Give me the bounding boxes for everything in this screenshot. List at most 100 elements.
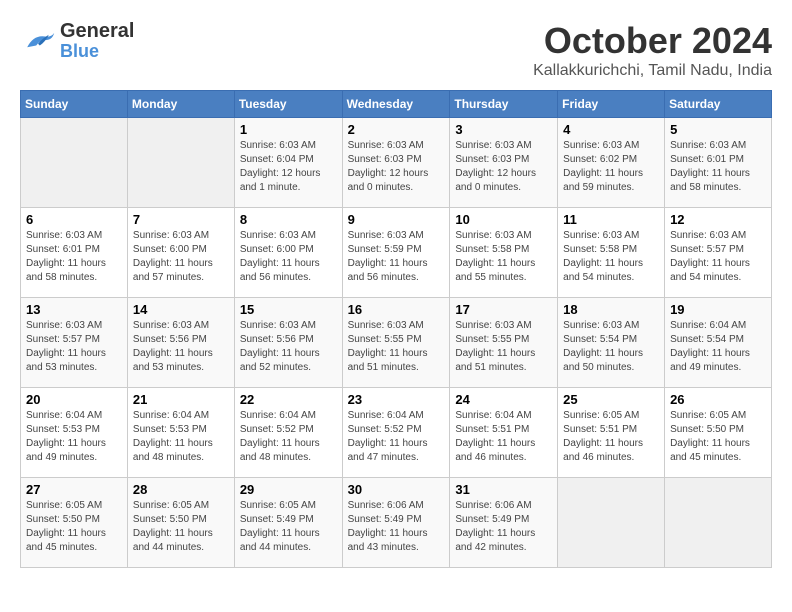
location: Kallakkurichchi, Tamil Nadu, India	[533, 62, 772, 80]
col-friday: Friday	[558, 91, 665, 118]
calendar-cell: 5 Sunrise: 6:03 AM Sunset: 6:01 PM Daylig…	[665, 118, 772, 208]
day-info: Sunrise: 6:03 AM Sunset: 5:54 PM Dayligh…	[563, 319, 659, 375]
day-info: Sunrise: 6:04 AM Sunset: 5:51 PM Dayligh…	[455, 409, 552, 465]
logo-general: General	[60, 20, 134, 42]
day-info: Sunrise: 6:03 AM Sunset: 5:55 PM Dayligh…	[455, 319, 552, 375]
calendar-week-4: 20 Sunrise: 6:04 AM Sunset: 5:53 PM Dayli…	[21, 388, 772, 478]
day-number: 3	[455, 122, 552, 137]
calendar-cell	[558, 478, 665, 568]
col-saturday: Saturday	[665, 91, 772, 118]
page-header: General Blue October 2024 Kallakkurichch…	[20, 20, 772, 80]
day-number: 16	[348, 302, 445, 317]
day-info: Sunrise: 6:03 AM Sunset: 5:56 PM Dayligh…	[240, 319, 337, 375]
day-info: Sunrise: 6:03 AM Sunset: 6:02 PM Dayligh…	[563, 139, 659, 195]
calendar-cell: 15Sunrise: 6:03 AM Sunset: 5:56 PM Dayli…	[234, 298, 342, 388]
day-number: 4	[563, 122, 659, 137]
day-info: Sunrise: 6:03 AM Sunset: 6:03 PM Dayligh…	[455, 139, 552, 195]
day-number: 31	[455, 482, 552, 497]
calendar-cell: 22 Sunrise: 6:04 AM Sunset: 5:52 PM Dayli…	[234, 388, 342, 478]
calendar-week-2: 6Sunrise: 6:03 AM Sunset: 6:01 PM Daylig…	[21, 208, 772, 298]
calendar-cell: 11 Sunrise: 6:03 AM Sunset: 5:58 PM Dayli…	[558, 208, 665, 298]
day-number: 23	[348, 392, 445, 407]
col-wednesday: Wednesday	[342, 91, 450, 118]
calendar-header-row: Sunday Monday Tuesday Wednesday Thursday…	[21, 91, 772, 118]
day-number: 5	[670, 122, 766, 137]
month-title: October 2024	[533, 20, 772, 62]
calendar-cell: 9Sunrise: 6:03 AM Sunset: 5:59 PM Daylig…	[342, 208, 450, 298]
day-info: Sunrise: 6:03 AM Sunset: 5:55 PM Dayligh…	[348, 319, 445, 375]
day-number: 8	[240, 212, 337, 227]
calendar-cell	[665, 478, 772, 568]
day-number: 28	[133, 482, 229, 497]
day-number: 19	[670, 302, 766, 317]
day-info: Sunrise: 6:03 AM Sunset: 6:01 PM Dayligh…	[670, 139, 766, 195]
day-info: Sunrise: 6:03 AM Sunset: 6:01 PM Dayligh…	[26, 229, 122, 285]
day-number: 22	[240, 392, 337, 407]
calendar-cell: 13 Sunrise: 6:03 AM Sunset: 5:57 PM Dayli…	[21, 298, 128, 388]
day-number: 10	[455, 212, 552, 227]
day-number: 1	[240, 122, 337, 137]
day-info: Sunrise: 6:03 AM Sunset: 6:03 PM Dayligh…	[348, 139, 445, 195]
calendar-cell: 30Sunrise: 6:06 AM Sunset: 5:49 PM Dayli…	[342, 478, 450, 568]
day-info: Sunrise: 6:05 AM Sunset: 5:50 PM Dayligh…	[670, 409, 766, 465]
day-number: 17	[455, 302, 552, 317]
day-info: Sunrise: 6:04 AM Sunset: 5:53 PM Dayligh…	[26, 409, 122, 465]
calendar-cell: 31 Sunrise: 6:06 AM Sunset: 5:49 PM Dayli…	[450, 478, 558, 568]
logo-icon	[20, 27, 56, 55]
day-info: Sunrise: 6:03 AM Sunset: 5:57 PM Dayligh…	[26, 319, 122, 375]
day-info: Sunrise: 6:03 AM Sunset: 5:57 PM Dayligh…	[670, 229, 766, 285]
calendar-table: Sunday Monday Tuesday Wednesday Thursday…	[20, 90, 772, 568]
day-number: 13	[26, 302, 122, 317]
col-monday: Monday	[127, 91, 234, 118]
calendar-cell: 28 Sunrise: 6:05 AM Sunset: 5:50 PM Dayli…	[127, 478, 234, 568]
calendar-cell: 4 Sunrise: 6:03 AM Sunset: 6:02 PM Daylig…	[558, 118, 665, 208]
day-info: Sunrise: 6:05 AM Sunset: 5:51 PM Dayligh…	[563, 409, 659, 465]
calendar-cell: 2 Sunrise: 6:03 AM Sunset: 6:03 PM Daylig…	[342, 118, 450, 208]
logo-blue: Blue	[60, 42, 134, 62]
calendar-cell: 10Sunrise: 6:03 AM Sunset: 5:58 PM Dayli…	[450, 208, 558, 298]
calendar-cell: 14Sunrise: 6:03 AM Sunset: 5:56 PM Dayli…	[127, 298, 234, 388]
calendar-cell: 26 Sunrise: 6:05 AM Sunset: 5:50 PM Dayli…	[665, 388, 772, 478]
calendar-cell: 17 Sunrise: 6:03 AM Sunset: 5:55 PM Dayli…	[450, 298, 558, 388]
day-number: 30	[348, 482, 445, 497]
day-number: 26	[670, 392, 766, 407]
day-info: Sunrise: 6:05 AM Sunset: 5:50 PM Dayligh…	[26, 499, 122, 555]
calendar-cell: 3 Sunrise: 6:03 AM Sunset: 6:03 PM Daylig…	[450, 118, 558, 208]
logo-text-group: General Blue	[60, 20, 134, 62]
day-number: 11	[563, 212, 659, 227]
calendar-cell: 8 Sunrise: 6:03 AM Sunset: 6:00 PM Daylig…	[234, 208, 342, 298]
day-info: Sunrise: 6:03 AM Sunset: 6:04 PM Dayligh…	[240, 139, 337, 195]
day-number: 27	[26, 482, 122, 497]
calendar-cell: 7Sunrise: 6:03 AM Sunset: 6:00 PM Daylig…	[127, 208, 234, 298]
calendar-cell: 12Sunrise: 6:03 AM Sunset: 5:57 PM Dayli…	[665, 208, 772, 298]
logo: General Blue	[20, 20, 134, 62]
calendar-cell: 24 Sunrise: 6:04 AM Sunset: 5:51 PM Dayli…	[450, 388, 558, 478]
day-number: 2	[348, 122, 445, 137]
calendar-cell: 18Sunrise: 6:03 AM Sunset: 5:54 PM Dayli…	[558, 298, 665, 388]
day-number: 25	[563, 392, 659, 407]
day-info: Sunrise: 6:03 AM Sunset: 6:00 PM Dayligh…	[240, 229, 337, 285]
day-info: Sunrise: 6:04 AM Sunset: 5:53 PM Dayligh…	[133, 409, 229, 465]
day-number: 24	[455, 392, 552, 407]
day-number: 7	[133, 212, 229, 227]
calendar-cell: 25 Sunrise: 6:05 AM Sunset: 5:51 PM Dayli…	[558, 388, 665, 478]
day-number: 9	[348, 212, 445, 227]
day-info: Sunrise: 6:04 AM Sunset: 5:54 PM Dayligh…	[670, 319, 766, 375]
calendar-cell	[21, 118, 128, 208]
day-info: Sunrise: 6:04 AM Sunset: 5:52 PM Dayligh…	[240, 409, 337, 465]
day-info: Sunrise: 6:05 AM Sunset: 5:50 PM Dayligh…	[133, 499, 229, 555]
day-info: Sunrise: 6:03 AM Sunset: 5:56 PM Dayligh…	[133, 319, 229, 375]
day-number: 20	[26, 392, 122, 407]
calendar-week-3: 13 Sunrise: 6:03 AM Sunset: 5:57 PM Dayli…	[21, 298, 772, 388]
col-tuesday: Tuesday	[234, 91, 342, 118]
calendar-cell: 20 Sunrise: 6:04 AM Sunset: 5:53 PM Dayli…	[21, 388, 128, 478]
calendar-cell: 21Sunrise: 6:04 AM Sunset: 5:53 PM Dayli…	[127, 388, 234, 478]
calendar-cell: 6Sunrise: 6:03 AM Sunset: 6:01 PM Daylig…	[21, 208, 128, 298]
calendar-cell: 29Sunrise: 6:05 AM Sunset: 5:49 PM Dayli…	[234, 478, 342, 568]
day-info: Sunrise: 6:03 AM Sunset: 5:58 PM Dayligh…	[563, 229, 659, 285]
day-info: Sunrise: 6:06 AM Sunset: 5:49 PM Dayligh…	[455, 499, 552, 555]
calendar-cell: 19 Sunrise: 6:04 AM Sunset: 5:54 PM Dayli…	[665, 298, 772, 388]
calendar-cell: 23Sunrise: 6:04 AM Sunset: 5:52 PM Dayli…	[342, 388, 450, 478]
calendar-body: 1 Sunrise: 6:03 AM Sunset: 6:04 PM Daylig…	[21, 118, 772, 568]
title-area: October 2024 Kallakkurichchi, Tamil Nadu…	[533, 20, 772, 80]
